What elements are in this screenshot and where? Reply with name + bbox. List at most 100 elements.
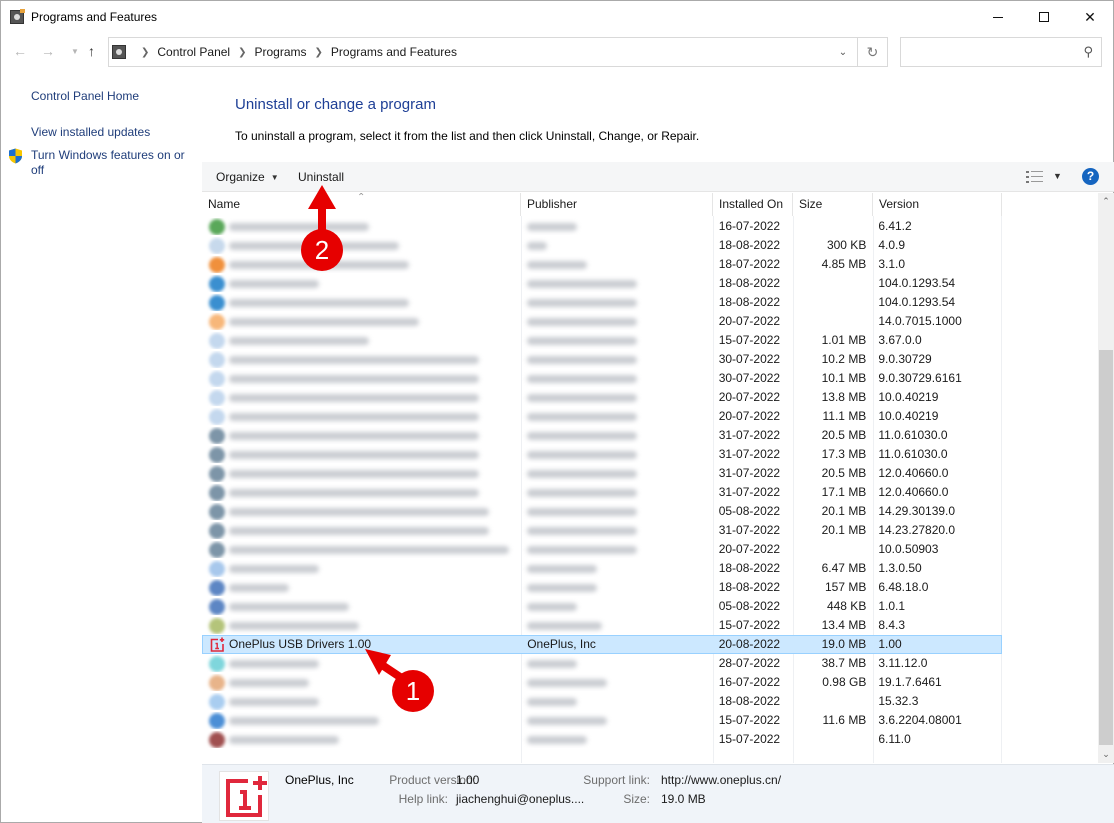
size-value: 19.0 MB <box>661 792 706 806</box>
view-installed-updates-link[interactable]: View installed updates <box>31 125 196 140</box>
publisher-cell <box>521 256 713 273</box>
program-icon <box>209 693 225 710</box>
back-button[interactable]: ← <box>13 43 27 59</box>
forward-button[interactable]: → <box>41 43 55 59</box>
vertical-scrollbar[interactable]: ⌃ ⌄ <box>1098 193 1114 763</box>
scroll-down-icon[interactable]: ⌄ <box>1098 746 1114 763</box>
maximize-button[interactable] <box>1021 1 1067 33</box>
column-header-size[interactable]: Size <box>793 193 873 216</box>
program-name-cell <box>203 674 521 691</box>
support-link-value[interactable]: http://www.oneplus.cn/ <box>661 773 781 787</box>
program-row[interactable]: 18-08-2022 104.0.1293.54 <box>202 274 1002 293</box>
view-options-dropdown[interactable]: ▼ <box>1053 171 1062 181</box>
close-button[interactable]: ✕ <box>1067 1 1113 33</box>
organize-label: Organize <box>216 170 265 184</box>
program-row-selected[interactable]: OnePlus USB Drivers 1.00 OnePlus, Inc 20-0… <box>202 635 1002 654</box>
details-company: OnePlus, Inc <box>285 773 354 787</box>
search-input[interactable]: ⚲ <box>900 37 1102 67</box>
version-cell: 1.00 <box>878 637 902 651</box>
program-row[interactable]: 15-07-2022 1.01 MB 3.67.0.0 <box>202 331 1002 350</box>
version-cell: 10.0.50903 <box>878 542 939 556</box>
program-row[interactable]: 15-07-2022 11.6 MB 3.6.2204.08001 <box>202 711 1002 730</box>
size-cell <box>793 218 873 235</box>
program-row[interactable]: 31-07-2022 17.3 MB 11.0.61030.0 <box>202 445 1002 464</box>
search-icon[interactable]: ⚲ <box>1083 44 1093 60</box>
column-header-name[interactable]: Name ⌃ <box>202 193 521 216</box>
installed-on-cell: 18-08-2022 <box>718 295 781 309</box>
version-cell: 11.0.61030.0 <box>878 447 948 461</box>
program-icon <box>209 370 225 387</box>
program-row[interactable]: 15-07-2022 6.11.0 <box>202 730 1002 749</box>
page-title: Uninstall or change a program <box>235 96 436 113</box>
redacted-publisher <box>527 659 578 668</box>
program-row[interactable]: 05-08-2022 20.1 MB 14.29.30139.0 <box>202 502 1002 521</box>
size-cell: 11.6 MB <box>822 713 867 727</box>
program-row[interactable]: 18-08-2022 6.47 MB 1.3.0.50 <box>202 559 1002 578</box>
organize-button[interactable]: Organize ▼ <box>216 170 279 184</box>
installed-on-cell: 15-07-2022 <box>718 618 781 632</box>
program-row[interactable]: 20-07-2022 14.0.7015.1000 <box>202 312 1002 331</box>
scrollbar-thumb[interactable] <box>1099 350 1113 745</box>
help-link-label: Help link: <box>398 792 448 806</box>
program-icon <box>209 712 225 729</box>
program-row[interactable]: 20-07-2022 10.0.50903 <box>202 540 1002 559</box>
program-name-cell <box>203 598 521 615</box>
redacted-program-name <box>229 583 289 592</box>
installed-on-cell: 20-08-2022 <box>718 637 781 651</box>
uninstall-button[interactable]: Uninstall <box>298 170 344 184</box>
program-row[interactable]: 18-08-2022 15.32.3 <box>202 692 1002 711</box>
size-label: Size: <box>623 792 650 806</box>
size-cell <box>793 294 873 311</box>
column-header-installed-on[interactable]: Installed On <box>713 193 793 216</box>
program-name-cell <box>203 560 521 577</box>
address-history-dropdown[interactable]: ⌄ <box>833 38 853 66</box>
control-panel-home-link[interactable]: Control Panel Home <box>31 89 196 104</box>
program-row[interactable]: 30-07-2022 10.1 MB 9.0.30729.6161 <box>202 369 1002 388</box>
installed-on-cell: 16-07-2022 <box>718 219 781 233</box>
program-row[interactable]: 31-07-2022 17.1 MB 12.0.40660.0 <box>202 483 1002 502</box>
program-row[interactable]: 31-07-2022 20.5 MB 12.0.40660.0 <box>202 464 1002 483</box>
redacted-program-name <box>229 469 479 478</box>
version-cell: 12.0.40660.0 <box>878 466 949 480</box>
redacted-publisher <box>527 241 548 250</box>
redacted-program-name <box>229 393 479 402</box>
program-row[interactable]: 31-07-2022 20.1 MB 14.23.27820.0 <box>202 521 1002 540</box>
program-row[interactable]: 20-07-2022 11.1 MB 10.0.40219 <box>202 407 1002 426</box>
program-row[interactable]: 20-07-2022 13.8 MB 10.0.40219 <box>202 388 1002 407</box>
redacted-publisher <box>527 393 638 402</box>
address-bar[interactable]: ❯ Control Panel ❯ Programs ❯ Programs an… <box>108 37 888 67</box>
up-button[interactable]: ↑ <box>88 43 95 59</box>
program-icon <box>209 256 225 273</box>
turn-windows-features-link[interactable]: Turn Windows features on or off <box>31 148 196 178</box>
program-row[interactable]: 15-07-2022 13.4 MB 8.4.3 <box>202 616 1002 635</box>
scroll-up-icon[interactable]: ⌃ <box>1098 193 1114 210</box>
window-title: Programs and Features <box>31 10 158 24</box>
program-row[interactable]: 05-08-2022 448 KB 1.0.1 <box>202 597 1002 616</box>
redacted-publisher <box>527 602 578 611</box>
program-row[interactable]: 30-07-2022 10.2 MB 9.0.30729 <box>202 350 1002 369</box>
program-row[interactable]: 18-08-2022 104.0.1293.54 <box>202 293 1002 312</box>
program-row[interactable]: 16-07-2022 0.98 GB 19.1.7.6461 <box>202 673 1002 692</box>
column-header-version[interactable]: Version <box>873 193 1002 216</box>
change-view-icon[interactable] <box>1026 171 1043 183</box>
program-row[interactable]: 18-08-2022 157 MB 6.48.18.0 <box>202 578 1002 597</box>
program-name-cell <box>203 712 521 729</box>
breadcrumb-programs[interactable]: Programs <box>255 45 307 59</box>
breadcrumb-programs-and-features[interactable]: Programs and Features <box>331 45 457 59</box>
program-row[interactable]: 28-07-2022 38.7 MB 3.11.12.0 <box>202 654 1002 673</box>
program-name-cell <box>203 484 521 501</box>
chevron-right-icon: ❯ <box>238 46 247 58</box>
column-header-publisher[interactable]: Publisher <box>521 193 713 216</box>
program-row[interactable]: 31-07-2022 20.5 MB 11.0.61030.0 <box>202 426 1002 445</box>
redacted-program-name <box>229 450 479 459</box>
refresh-button[interactable]: ↻ <box>858 38 887 66</box>
size-cell <box>793 693 873 710</box>
minimize-button[interactable] <box>975 1 1021 33</box>
breadcrumb-control-panel[interactable]: Control Panel <box>157 45 230 59</box>
installed-on-cell: 31-07-2022 <box>718 447 781 461</box>
size-cell: 300 KB <box>826 238 867 252</box>
help-icon[interactable]: ? <box>1082 168 1099 185</box>
publisher-cell <box>521 370 713 387</box>
recent-locations-button[interactable]: ▼ <box>71 47 79 56</box>
installed-on-cell: 18-08-2022 <box>718 276 781 290</box>
